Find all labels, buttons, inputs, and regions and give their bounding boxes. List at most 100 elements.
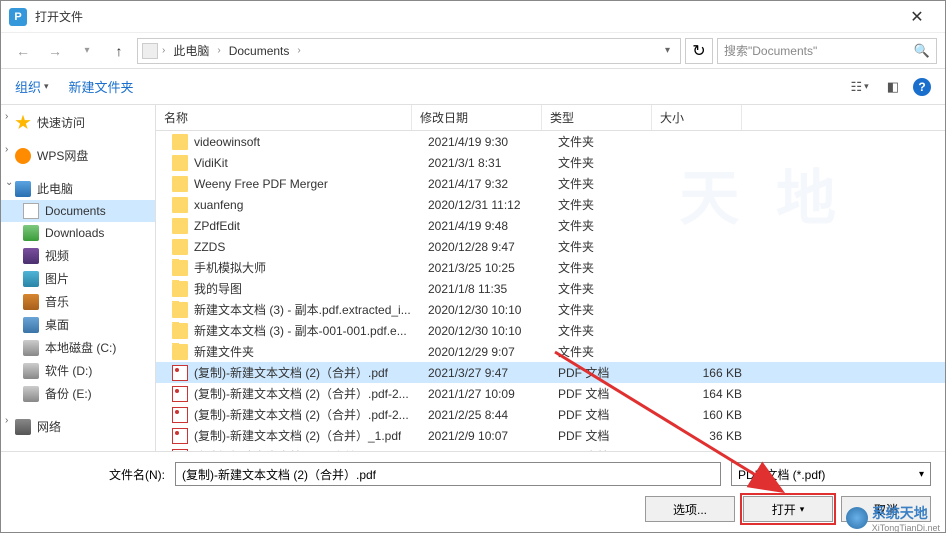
chevron-right-icon[interactable]: › [5, 144, 8, 155]
file-name: (复制)-新建文本文档 (2)（合并）.pdf-2... [194, 406, 409, 423]
search-input[interactable]: 搜索"Documents" 🔍 [717, 38, 937, 64]
file-name: ZPdfEdit [194, 219, 240, 233]
chevron-right-icon: › [215, 45, 222, 56]
help-button[interactable]: ? [913, 78, 931, 96]
forward-button[interactable]: → [41, 37, 69, 65]
sidebar-wps[interactable]: WPS网盘 [1, 144, 155, 167]
file-type: 文件夹 [550, 322, 660, 339]
open-button[interactable]: 打开 ▾ [743, 496, 833, 522]
footer: 文件名(N): PDF 文档 (*.pdf) ▾ 选项... 打开 ▾ 取消 [1, 451, 945, 532]
nav-bar: ← → ▾ ↑ › 此电脑 › Documents › ▾ ↻ 搜索"Docum… [1, 33, 945, 69]
network-icon [15, 419, 31, 435]
file-name: 手机模拟大师 [194, 259, 266, 276]
folder-icon [172, 302, 188, 318]
file-name: (复制)-新建文本文档 (2)（合并）_1.pdf [194, 427, 401, 444]
sidebar-label: 图片 [45, 270, 69, 287]
organize-menu[interactable]: 组织 ▾ [15, 77, 49, 96]
file-row[interactable]: VidiKit2021/3/1 8:31文件夹 [156, 152, 945, 173]
sidebar-pictures[interactable]: 图片 [1, 267, 155, 290]
file-row[interactable]: 手机模拟大师 2021/3/25 10:25文件夹 [156, 257, 945, 278]
chevron-down-icon[interactable]: ⌄ [5, 177, 13, 188]
preview-icon: ◧ [887, 79, 899, 95]
chevron-right-icon[interactable]: › [5, 415, 8, 426]
file-row[interactable]: ZZDS2020/12/28 9:47文件夹 [156, 236, 945, 257]
sidebar-label: Documents [45, 204, 106, 218]
column-type[interactable]: 类型 [542, 105, 652, 130]
file-row[interactable]: ZPdfEdit2021/4/19 9:48文件夹 [156, 215, 945, 236]
sidebar-label: 网络 [37, 418, 61, 435]
cancel-button[interactable]: 取消 [841, 496, 931, 522]
sidebar-network[interactable]: 网络 [1, 415, 155, 438]
options-button[interactable]: 选项... [645, 496, 735, 522]
column-date[interactable]: 修改日期 [412, 105, 542, 130]
file-type: 文件夹 [550, 259, 660, 276]
view-mode-button[interactable]: ☷ ▾ [847, 77, 873, 97]
file-list-area: 名称 修改日期 类型 大小 videowinsoft2021/4/19 9:30… [156, 105, 945, 451]
close-button[interactable]: ✕ [897, 3, 937, 31]
breadcrumb-this-pc[interactable]: 此电脑 [169, 42, 213, 59]
chevron-down-icon: ▾ [864, 81, 869, 92]
file-date: 2021/3/1 8:31 [420, 156, 550, 170]
window-title: 打开文件 [35, 8, 889, 25]
column-name[interactable]: 名称 [156, 105, 412, 130]
file-row[interactable]: (复制)-新建文本文档 (2)（合并）.pdf-2...2021/2/25 8:… [156, 404, 945, 425]
download-icon [23, 225, 39, 241]
file-row[interactable]: 新建文本文档 (3) - 副本.pdf.extracted_i...2020/1… [156, 299, 945, 320]
pdf-icon [172, 365, 188, 381]
file-type: 文件夹 [550, 217, 660, 234]
document-icon [23, 203, 39, 219]
sidebar-documents[interactable]: Documents [1, 200, 155, 222]
file-date: 2021/1/8 11:35 [420, 282, 550, 296]
folder-icon [172, 344, 188, 360]
filename-label: 文件名(N): [95, 466, 165, 483]
file-name: 新建文件夹 [194, 343, 254, 360]
file-row[interactable]: 新建文本文档 (3) - 副本-001-001.pdf.e...2020/12/… [156, 320, 945, 341]
sidebar-label: 此电脑 [37, 180, 73, 197]
breadcrumb-documents[interactable]: Documents [225, 44, 294, 58]
file-row[interactable]: 我的导图2021/1/8 11:35文件夹 [156, 278, 945, 299]
sidebar-downloads[interactable]: Downloads [1, 222, 155, 244]
up-button[interactable]: ↑ [105, 37, 133, 65]
column-size[interactable]: 大小 [652, 105, 742, 130]
new-folder-button[interactable]: 新建文件夹 [69, 77, 134, 96]
file-row[interactable]: (复制)-新建文本文档 (2)（合并）.pdf-2...2021/1/27 10… [156, 383, 945, 404]
pdf-icon [172, 386, 188, 402]
file-name: 我的导图 [194, 280, 242, 297]
music-icon [23, 294, 39, 310]
sidebar-videos[interactable]: 视频 [1, 244, 155, 267]
file-row[interactable]: Weeny Free PDF Merger2021/4/17 9:32文件夹 [156, 173, 945, 194]
filetype-select[interactable]: PDF 文档 (*.pdf) ▾ [731, 462, 931, 486]
folder-icon [172, 134, 188, 150]
preview-pane-button[interactable]: ◧ [883, 77, 903, 97]
chevron-right-icon[interactable]: › [5, 111, 8, 122]
sidebar-disk-d[interactable]: 软件 (D:) [1, 359, 155, 382]
sidebar-this-pc[interactable]: 此电脑 [1, 177, 155, 200]
file-row[interactable]: videowinsoft2021/4/19 9:30文件夹 [156, 131, 945, 152]
filename-input[interactable] [175, 462, 721, 486]
file-type: 文件夹 [550, 238, 660, 255]
folder-icon [172, 281, 188, 297]
sidebar-label: 软件 (D:) [45, 362, 92, 379]
sidebar-disk-e[interactable]: 备份 (E:) [1, 382, 155, 405]
folder-icon [172, 260, 188, 276]
back-button[interactable]: ← [9, 37, 37, 65]
folder-icon [172, 218, 188, 234]
recent-dropdown[interactable]: ▾ [73, 37, 101, 65]
file-row[interactable]: (复制)-新建文本文档 (2)（合并）.pdf2021/3/27 9:47PDF… [156, 362, 945, 383]
sidebar-label: WPS网盘 [37, 147, 88, 164]
sidebar-quick-access[interactable]: 快速访问 [1, 111, 155, 134]
video-icon [23, 248, 39, 264]
file-date: 2020/12/30 10:10 [420, 324, 550, 338]
refresh-button[interactable]: ↻ [685, 38, 713, 64]
breadcrumb[interactable]: › 此电脑 › Documents › ▾ [137, 38, 681, 64]
file-row[interactable]: 新建文件夹2020/12/29 9:07文件夹 [156, 341, 945, 362]
file-row[interactable]: (复制)-新建文本文档 (2)（合并）_1.pdf2021/2/9 10:07P… [156, 425, 945, 446]
disk-icon [23, 340, 39, 356]
sidebar-disk-c[interactable]: 本地磁盘 (C:) [1, 336, 155, 359]
file-row[interactable]: xuanfeng2020/12/31 11:12文件夹 [156, 194, 945, 215]
file-date: 2021/3/25 10:25 [420, 261, 550, 275]
sidebar-label: 视频 [45, 247, 69, 264]
sidebar-desktop[interactable]: 桌面 [1, 313, 155, 336]
breadcrumb-dropdown[interactable]: ▾ [659, 45, 676, 56]
sidebar-music[interactable]: 音乐 [1, 290, 155, 313]
